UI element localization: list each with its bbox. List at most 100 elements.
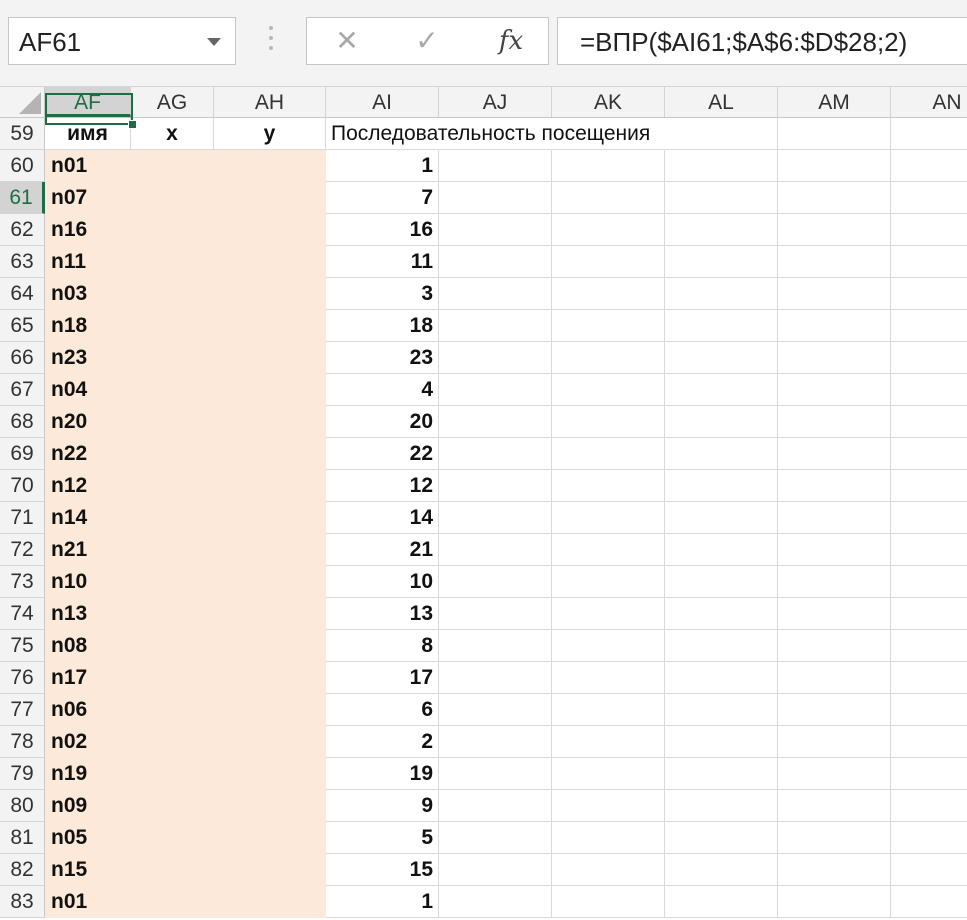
cell-x[interactable] (131, 182, 214, 214)
cell[interactable] (891, 438, 967, 470)
cell[interactable] (891, 790, 967, 822)
cell[interactable] (891, 694, 967, 726)
cell-y[interactable] (214, 310, 326, 342)
row-header[interactable]: 81 (0, 822, 45, 854)
cell-name[interactable]: n17 (45, 662, 131, 694)
cell-sequence[interactable]: 16 (326, 214, 439, 246)
fill-handle[interactable] (128, 120, 137, 129)
cell[interactable] (891, 470, 967, 502)
cell[interactable] (552, 214, 665, 246)
cell-sequence[interactable]: 2 (326, 726, 439, 758)
cell-x[interactable] (131, 566, 214, 598)
cell[interactable] (665, 310, 778, 342)
cell[interactable] (439, 854, 552, 886)
cell-x[interactable] (131, 790, 214, 822)
row-header[interactable]: 83 (0, 886, 45, 918)
cell[interactable] (552, 470, 665, 502)
cell-y[interactable] (214, 662, 326, 694)
cell-name[interactable]: n12 (45, 470, 131, 502)
cell-sequence[interactable]: 11 (326, 246, 439, 278)
row-header[interactable]: 69 (0, 438, 45, 470)
cell-y[interactable] (214, 790, 326, 822)
cell[interactable] (439, 822, 552, 854)
cell-y[interactable] (214, 630, 326, 662)
column-header-am[interactable]: AM (778, 87, 891, 117)
cell-sequence[interactable]: 13 (326, 598, 439, 630)
cell-sequence[interactable]: 17 (326, 662, 439, 694)
cell-name[interactable]: n18 (45, 310, 131, 342)
cell[interactable] (665, 790, 778, 822)
cell[interactable] (439, 342, 552, 374)
cell[interactable] (439, 566, 552, 598)
cell[interactable] (778, 470, 891, 502)
cell[interactable] (439, 502, 552, 534)
row-header[interactable]: 63 (0, 246, 45, 278)
cell-y[interactable] (214, 726, 326, 758)
cell[interactable] (891, 566, 967, 598)
cell[interactable] (778, 886, 891, 918)
cell[interactable] (439, 278, 552, 310)
cell[interactable] (891, 278, 967, 310)
cell[interactable] (778, 502, 891, 534)
row-header[interactable]: 80 (0, 790, 45, 822)
cell-sequence[interactable]: 10 (326, 566, 439, 598)
cell-name[interactable]: n01 (45, 886, 131, 918)
cell-y[interactable] (214, 470, 326, 502)
cell-sequence[interactable]: 8 (326, 630, 439, 662)
cell[interactable] (552, 150, 665, 182)
select-all-button[interactable] (0, 87, 45, 117)
cell[interactable] (665, 566, 778, 598)
cell[interactable] (552, 758, 665, 790)
cell-x[interactable] (131, 662, 214, 694)
cell[interactable] (552, 406, 665, 438)
cell[interactable] (891, 246, 967, 278)
cell-y[interactable] (214, 854, 326, 886)
row-header[interactable]: 66 (0, 342, 45, 374)
cell[interactable] (778, 406, 891, 438)
cell-sequence[interactable]: 21 (326, 534, 439, 566)
cell[interactable] (552, 278, 665, 310)
cell-y[interactable] (214, 342, 326, 374)
cell-x[interactable] (131, 342, 214, 374)
column-header-al[interactable]: AL (665, 87, 778, 117)
cell[interactable] (665, 342, 778, 374)
row-header[interactable]: 77 (0, 694, 45, 726)
row-header[interactable]: 68 (0, 406, 45, 438)
cell-sequence[interactable]: 18 (326, 310, 439, 342)
cell-x[interactable] (131, 374, 214, 406)
cell[interactable] (552, 566, 665, 598)
row-header[interactable]: 70 (0, 470, 45, 502)
cell[interactable] (552, 886, 665, 918)
cell[interactable] (439, 310, 552, 342)
cell-y[interactable] (214, 150, 326, 182)
cell-y[interactable] (214, 566, 326, 598)
cell-header-name[interactable]: имя (45, 118, 131, 150)
cell[interactable] (891, 214, 967, 246)
cell[interactable] (891, 630, 967, 662)
cell[interactable] (891, 854, 967, 886)
cell[interactable] (439, 886, 552, 918)
cell-sequence[interactable]: 23 (326, 342, 439, 374)
cell[interactable] (552, 438, 665, 470)
cell-sequence[interactable]: 9 (326, 790, 439, 822)
cell-sequence[interactable]: 22 (326, 438, 439, 470)
cell-y[interactable] (214, 214, 326, 246)
cell-x[interactable] (131, 534, 214, 566)
cell-sequence[interactable]: 5 (326, 822, 439, 854)
cell-x[interactable] (131, 214, 214, 246)
cell[interactable] (552, 854, 665, 886)
cell-name[interactable]: n09 (45, 790, 131, 822)
cell[interactable] (665, 150, 778, 182)
cell[interactable] (778, 694, 891, 726)
cell-name[interactable]: n15 (45, 854, 131, 886)
cell[interactable] (552, 822, 665, 854)
cell-x[interactable] (131, 278, 214, 310)
cell-x[interactable] (131, 246, 214, 278)
cell[interactable] (778, 790, 891, 822)
spreadsheet-grid[interactable]: AF AG AH AI AJ AK AL AM AN 59 имя x y По… (0, 87, 967, 920)
column-header-ai[interactable]: AI (326, 87, 439, 117)
cell[interactable] (552, 374, 665, 406)
cell-sequence[interactable]: 1 (326, 886, 439, 918)
cell[interactable] (778, 150, 891, 182)
cell-sequence[interactable]: 12 (326, 470, 439, 502)
